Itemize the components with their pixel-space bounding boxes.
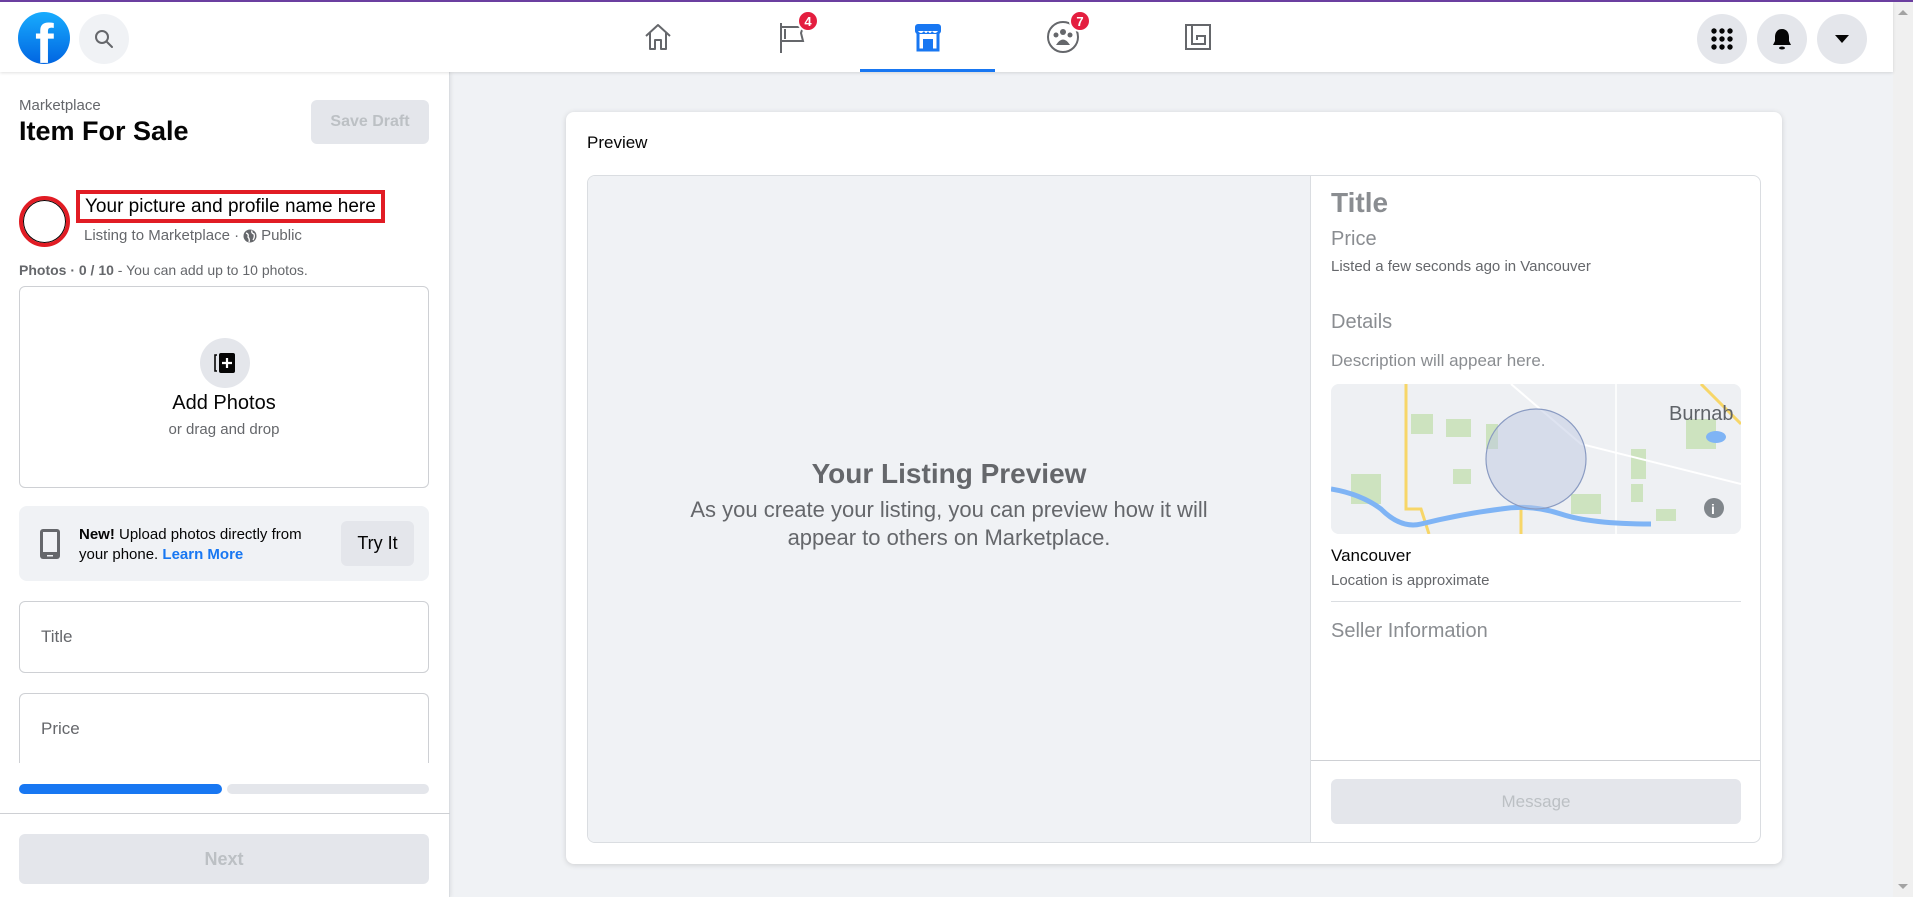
message-button[interactable]: Message [1331, 779, 1741, 824]
scroll-up-arrow-icon[interactable] [1898, 10, 1908, 15]
create-listing-sidebar: Marketplace Item For Sale Save Draft You… [0, 72, 450, 897]
add-photos-dropzone[interactable]: Add Photos or drag and drop [19, 286, 429, 488]
listing-preview: Your Listing Preview As you create your … [587, 175, 1761, 843]
add-photos-label: Add Photos [172, 392, 276, 414]
preview-card: Preview Your Listing Preview As you crea… [566, 112, 1782, 864]
tab-home[interactable] [590, 2, 725, 72]
notifications-button[interactable] [1757, 14, 1807, 64]
phone-icon [40, 529, 60, 559]
profile-name: Your picture and profile name here [76, 190, 385, 223]
notifications-bell-icon [1773, 29, 1791, 50]
listing-to-label: Listing to Marketplace · [84, 227, 240, 244]
price-placeholder: Price [41, 719, 80, 738]
learn-more-link[interactable]: Learn More [162, 546, 243, 563]
svg-text:i: i [1711, 501, 1715, 517]
gaming-icon [1184, 24, 1211, 50]
facebook-logo[interactable]: f [18, 12, 70, 64]
preview-details-panel: Title Price Listed a few seconds ago in … [1311, 176, 1760, 842]
price-field[interactable]: Price [19, 693, 429, 763]
title-placeholder: Title [41, 627, 73, 646]
preview-item-price: Price [1331, 228, 1377, 250]
preview-item-title: Title [1331, 187, 1389, 218]
next-button[interactable]: Next [19, 834, 429, 884]
preview-footer: Message [1311, 760, 1760, 842]
groups-notification-badge: 7 [1069, 10, 1091, 32]
main-nav-tabs: 4 7 [590, 2, 1265, 72]
add-photo-button[interactable] [200, 338, 250, 388]
header-actions [1697, 14, 1867, 64]
globe-icon [243, 229, 257, 242]
breadcrumb[interactable]: Marketplace [19, 97, 101, 114]
banner-text: New! Upload photos directly from your ph… [79, 526, 302, 563]
menu-button[interactable] [1697, 14, 1747, 64]
audience-label[interactable]: Public [261, 227, 302, 244]
preview-city: Vancouver [1331, 546, 1412, 565]
tab-marketplace[interactable] [860, 2, 995, 72]
map-place-label: Burnab [1669, 403, 1734, 425]
preview-location-note: Location is approximate [1331, 572, 1490, 589]
search-button[interactable] [79, 14, 129, 64]
preview-details-heading: Details [1331, 311, 1393, 333]
tab-gaming[interactable] [1130, 2, 1265, 72]
tab-pages[interactable]: 4 [725, 2, 860, 72]
try-it-button[interactable]: Try It [341, 521, 414, 566]
search-icon [95, 30, 113, 48]
preview-divider [1331, 601, 1741, 602]
map-graphic: Burnab i [1331, 384, 1741, 534]
listing-preview-description: As you create your listing, you can prev… [690, 497, 1208, 550]
phone-upload-banner: New! Upload photos directly from your ph… [19, 506, 429, 581]
window-top-stripe [0, 0, 1913, 2]
preview-image-area: Your Listing Preview As you create your … [588, 176, 1311, 842]
progress-segment [226, 784, 429, 794]
preview-heading: Preview [587, 133, 648, 152]
location-map[interactable]: Burnab i [1331, 384, 1741, 534]
menu-grid-icon [1711, 28, 1733, 50]
listing-audience: Listing to Marketplace · Public [84, 227, 302, 244]
preview-listed-time: Listed a few seconds ago in Vancouver [1331, 258, 1591, 275]
progress-segment [19, 784, 222, 794]
step-progress-bar [19, 784, 429, 794]
save-draft-button[interactable]: Save Draft [311, 100, 429, 144]
pages-notification-badge: 4 [797, 10, 819, 32]
photos-count-label: Photos · 0 / 10 - You can add up to 10 p… [19, 262, 308, 278]
page-title: Item For Sale [19, 116, 189, 146]
page-scrollbar[interactable] [1893, 2, 1913, 897]
avatar [19, 196, 70, 247]
tab-groups[interactable]: 7 [995, 2, 1130, 72]
scroll-down-arrow-icon[interactable] [1898, 884, 1908, 889]
title-field[interactable]: Title [19, 601, 429, 673]
preview-description: Description will appear here. [1331, 351, 1546, 370]
account-button[interactable] [1817, 14, 1867, 64]
add-photo-icon [214, 353, 235, 373]
account-dropdown-icon [1835, 35, 1849, 43]
listing-preview-title: Your Listing Preview [811, 458, 1087, 489]
home-icon [644, 24, 671, 50]
drag-and-drop-label: or drag and drop [168, 421, 280, 438]
top-navigation-bar: f 4 7 [0, 2, 1893, 72]
seller-information-heading: Seller Information [1331, 620, 1488, 642]
sidebar-divider [0, 813, 450, 814]
marketplace-icon [914, 24, 941, 52]
